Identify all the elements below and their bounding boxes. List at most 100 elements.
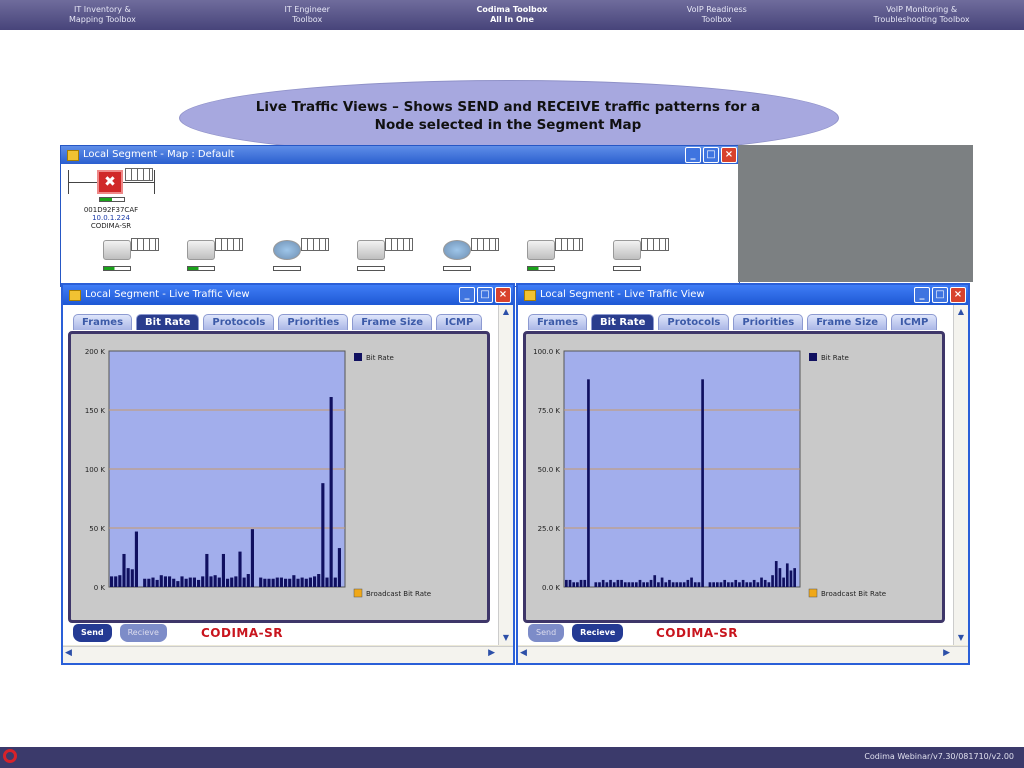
scroll-right-arrow[interactable]: ▶: [488, 648, 495, 658]
nav-item-line2: Troubleshooting Toolbox: [873, 15, 970, 24]
maximize-button[interactable]: □: [932, 287, 948, 303]
vertical-scrollbar[interactable]: ▲ ▼: [953, 305, 968, 645]
server-node-icon[interactable]: [613, 240, 641, 260]
selected-node-icon[interactable]: ✖: [97, 170, 123, 194]
map-titlebar[interactable]: Local Segment - Map : Default _ □ ×: [61, 146, 739, 164]
nav-item-0[interactable]: IT Inventory & Mapping Toolbox: [0, 0, 205, 30]
bit-rate-bar: [675, 582, 679, 587]
bit-rate-bar: [238, 551, 242, 587]
bit-rate-bar: [234, 576, 238, 587]
server-node-icon[interactable]: [103, 240, 131, 260]
vertical-scrollbar[interactable]: ▲ ▼: [498, 305, 513, 645]
y-tick-label: 0 K: [94, 584, 106, 592]
scroll-down-arrow[interactable]: ▼: [499, 631, 513, 645]
close-button[interactable]: ×: [721, 147, 737, 163]
live-window-titlebar[interactable]: Local Segment - Live Traffic View _ □ ×: [63, 285, 513, 305]
horizontal-scrollbar[interactable]: ◀ ▶: [518, 646, 968, 663]
bit-rate-bar: [176, 581, 180, 587]
bit-rate-bar: [697, 582, 701, 587]
close-button[interactable]: ×: [495, 287, 511, 303]
node-grid-icon: [471, 238, 499, 251]
bit-rate-bar: [763, 579, 767, 587]
minimize-button[interactable]: _: [459, 287, 475, 303]
scroll-right-arrow[interactable]: ▶: [943, 648, 950, 658]
tab-protocols[interactable]: Protocols: [658, 314, 730, 330]
bit-rate-bar: [679, 582, 682, 587]
bit-rate-bar: [646, 582, 649, 587]
minimize-button[interactable]: _: [685, 147, 701, 163]
node-status-bar: [357, 266, 385, 271]
nav-item-line1: VoIP Readiness: [686, 5, 747, 14]
maximize-button[interactable]: □: [703, 147, 719, 163]
bit-rate-bar: [296, 578, 300, 587]
bit-rate-bar: [329, 397, 333, 587]
footer-text: Codima Webinar/v7.30/081710/v2.00: [864, 752, 1014, 761]
maximize-button[interactable]: □: [477, 287, 493, 303]
bit-rate-bar: [616, 579, 620, 587]
server-node-icon[interactable]: [187, 240, 215, 260]
live-window-titlebar[interactable]: Local Segment - Live Traffic View _ □ ×: [518, 285, 968, 305]
callout-text: Live Traffic Views – Shows SEND and RECE…: [200, 98, 816, 134]
tab-frame-size[interactable]: Frame Size: [352, 314, 432, 330]
legend-swatch-bit-rate: [809, 353, 817, 361]
scroll-down-arrow[interactable]: ▼: [954, 631, 968, 645]
receive-button[interactable]: Recieve: [572, 624, 624, 642]
send-button[interactable]: Send: [528, 624, 565, 642]
bit-rate-bar: [313, 576, 317, 587]
minimize-button[interactable]: _: [914, 287, 930, 303]
callout-line2: Node selected in the Segment Map: [374, 117, 642, 133]
nav-item-1[interactable]: IT Engineer Toolbox: [205, 0, 410, 30]
bit-rate-bar: [594, 582, 598, 587]
tab-icmp[interactable]: ICMP: [891, 314, 938, 330]
scroll-left-arrow[interactable]: ◀: [65, 648, 72, 658]
selected-node-label[interactable]: 001D92F37CAF 10.0.1.224 CODIMA-SR: [75, 206, 147, 230]
nav-item-line2: Toolbox: [701, 15, 732, 24]
y-tick-label: 50.0 K: [538, 466, 561, 474]
tab-frames[interactable]: Frames: [528, 314, 588, 330]
bit-rate-bar: [693, 582, 697, 587]
bit-rate-bar: [634, 582, 638, 587]
router-node-icon[interactable]: [273, 240, 301, 260]
bit-rate-bar: [598, 582, 601, 587]
live-traffic-window-receive[interactable]: Local Segment - Live Traffic View _ □ × Fram…: [516, 283, 970, 665]
segment-map-window[interactable]: Local Segment - Map : Default _ □ × ✖ 00…: [60, 145, 740, 287]
tab-priorities[interactable]: Priorities: [733, 314, 804, 330]
tab-frames[interactable]: Frames: [73, 314, 133, 330]
live-window-title: Local Segment - Live Traffic View: [540, 289, 705, 300]
nav-item-2[interactable]: Codima Toolbox All In One: [410, 0, 615, 30]
node-grid-icon: [131, 238, 159, 251]
bit-rate-bar: [657, 582, 660, 587]
send-button[interactable]: Send: [73, 624, 112, 642]
bit-rate-bar: [778, 568, 782, 587]
server-node-icon[interactable]: [527, 240, 555, 260]
bit-rate-bar: [172, 578, 176, 587]
bit-rate-bar: [308, 577, 312, 587]
node-grid-icon: [385, 238, 413, 251]
tab-priorities[interactable]: Priorities: [278, 314, 349, 330]
y-tick-label: 75.0 K: [538, 407, 561, 415]
receive-button[interactable]: Recieve: [119, 624, 167, 642]
server-node-icon[interactable]: [357, 240, 385, 260]
scroll-left-arrow[interactable]: ◀: [520, 648, 527, 658]
live-traffic-window-send[interactable]: Local Segment - Live Traffic View _ □ × Fram…: [61, 283, 515, 665]
bit-rate-bar: [565, 579, 568, 587]
close-button[interactable]: ×: [950, 287, 966, 303]
bit-rate-bar: [601, 579, 605, 587]
bit-rate-bar: [188, 577, 192, 587]
codima-logo: [3, 749, 17, 763]
tab-frame-size[interactable]: Frame Size: [807, 314, 887, 330]
horizontal-scrollbar[interactable]: ◀ ▶: [63, 646, 513, 663]
tab-icmp[interactable]: ICMP: [436, 314, 483, 330]
bit-rate-bar: [793, 568, 796, 587]
nav-item-line2: All In One: [490, 15, 534, 24]
nav-item-4[interactable]: VoIP Monitoring & Troubleshooting Toolbox: [819, 0, 1024, 30]
tab-protocols[interactable]: Protocols: [203, 314, 275, 330]
y-tick-label: 100 K: [85, 466, 106, 474]
scroll-up-arrow[interactable]: ▲: [499, 305, 513, 319]
bit-rate-bar: [275, 577, 279, 587]
router-node-icon[interactable]: [443, 240, 471, 260]
tab-bit-rate[interactable]: Bit Rate: [136, 314, 200, 330]
tab-bit-rate[interactable]: Bit Rate: [591, 314, 655, 330]
nav-item-3[interactable]: VoIP Readiness Toolbox: [614, 0, 819, 30]
scroll-up-arrow[interactable]: ▲: [954, 305, 968, 319]
